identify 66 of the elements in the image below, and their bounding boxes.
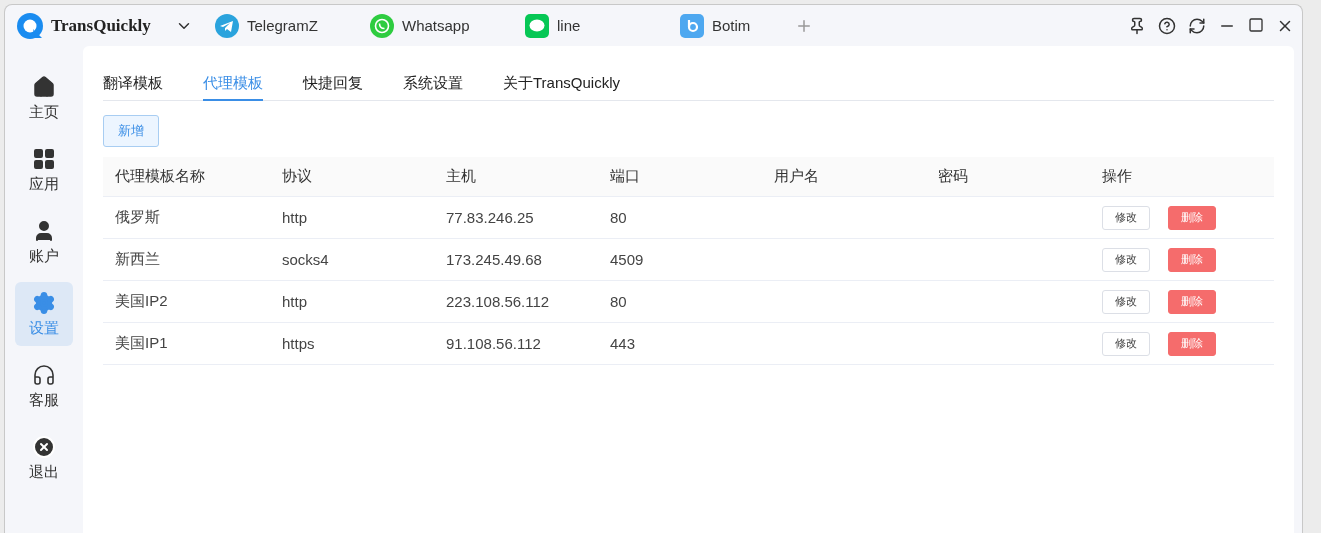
edit-button[interactable]: 修改 bbox=[1102, 247, 1150, 272]
logo-icon bbox=[15, 10, 45, 41]
table-cell: 443 bbox=[598, 323, 762, 365]
sidebar-label: 客服 bbox=[29, 390, 59, 410]
app-icon bbox=[680, 13, 704, 38]
table-cell: 新西兰 bbox=[103, 239, 270, 281]
edit-button[interactable]: 修改 bbox=[1102, 331, 1150, 356]
app-tab[interactable]: Botim bbox=[680, 13, 835, 38]
table-cell: socks4 bbox=[270, 239, 434, 281]
app-tab-label: line bbox=[557, 17, 581, 34]
app-tab[interactable]: TelegramZ bbox=[215, 13, 370, 38]
sidebar-label: 主页 bbox=[29, 102, 59, 122]
column-header: 端口 bbox=[598, 157, 762, 197]
table-cell: 俄罗斯 bbox=[103, 197, 270, 239]
sidebar-label: 退出 bbox=[29, 462, 59, 482]
grid-icon bbox=[32, 146, 56, 171]
column-header: 协议 bbox=[270, 157, 434, 197]
edit-button[interactable]: 修改 bbox=[1102, 205, 1150, 230]
table-cell: https bbox=[270, 323, 434, 365]
tab[interactable]: 翻译模板 bbox=[103, 74, 163, 101]
app-tab-label: TelegramZ bbox=[247, 17, 318, 34]
sidebar-item[interactable]: 客服 bbox=[15, 354, 73, 418]
help-icon[interactable] bbox=[1158, 16, 1176, 35]
column-header: 主机 bbox=[434, 157, 598, 197]
table-cell: 77.83.246.25 bbox=[434, 197, 598, 239]
table-cell: 80 bbox=[598, 197, 762, 239]
sidebar-label: 账户 bbox=[29, 246, 59, 266]
tab[interactable]: 关于TransQuickly bbox=[503, 74, 620, 101]
table-cell: 173.245.49.68 bbox=[434, 239, 598, 281]
app-name: TransQuickly bbox=[51, 15, 151, 36]
column-header: 用户名 bbox=[762, 157, 926, 197]
edit-button[interactable]: 修改 bbox=[1102, 289, 1150, 314]
app-tab-label: Whatsapp bbox=[402, 17, 470, 34]
sidebar-item[interactable]: 退出 bbox=[15, 426, 73, 490]
table-cell: 美国IP1 bbox=[103, 323, 270, 365]
table-cell: 80 bbox=[598, 281, 762, 323]
tab[interactable]: 系统设置 bbox=[403, 74, 463, 101]
table-cell: 91.108.56.112 bbox=[434, 323, 598, 365]
home-icon bbox=[32, 74, 56, 99]
sidebar-item[interactable]: 主页 bbox=[15, 66, 73, 130]
app-tab-label: Botim bbox=[712, 17, 751, 34]
table-cell: http bbox=[270, 281, 434, 323]
table-cell: 223.108.56.112 bbox=[434, 281, 598, 323]
sidebar-label: 设置 bbox=[29, 318, 59, 338]
tab[interactable]: 快捷回复 bbox=[303, 74, 363, 101]
sidebar-item[interactable]: 账户 bbox=[15, 210, 73, 274]
column-header: 密码 bbox=[926, 157, 1090, 197]
app-tab[interactable]: Whatsapp bbox=[370, 13, 525, 38]
app-icon bbox=[370, 13, 394, 38]
app-icon bbox=[525, 13, 549, 38]
sidebar-item[interactable]: 应用 bbox=[15, 138, 73, 202]
column-header: 操作 bbox=[1090, 157, 1274, 197]
tab[interactable]: 代理模板 bbox=[203, 74, 263, 101]
close-circle-icon bbox=[32, 434, 56, 459]
app-icon bbox=[215, 13, 239, 38]
pin-icon[interactable] bbox=[1128, 16, 1146, 35]
headset-icon bbox=[32, 362, 56, 387]
sidebar-label: 应用 bbox=[29, 174, 59, 194]
table-cell: http bbox=[270, 197, 434, 239]
column-header: 代理模板名称 bbox=[103, 157, 270, 197]
table-cell: 4509 bbox=[598, 239, 762, 281]
table-cell: 美国IP2 bbox=[103, 281, 270, 323]
settings-icon bbox=[32, 290, 56, 315]
maximize-icon[interactable] bbox=[1248, 16, 1264, 33]
refresh-icon[interactable] bbox=[1188, 16, 1206, 35]
app-tab[interactable]: line bbox=[525, 13, 680, 38]
